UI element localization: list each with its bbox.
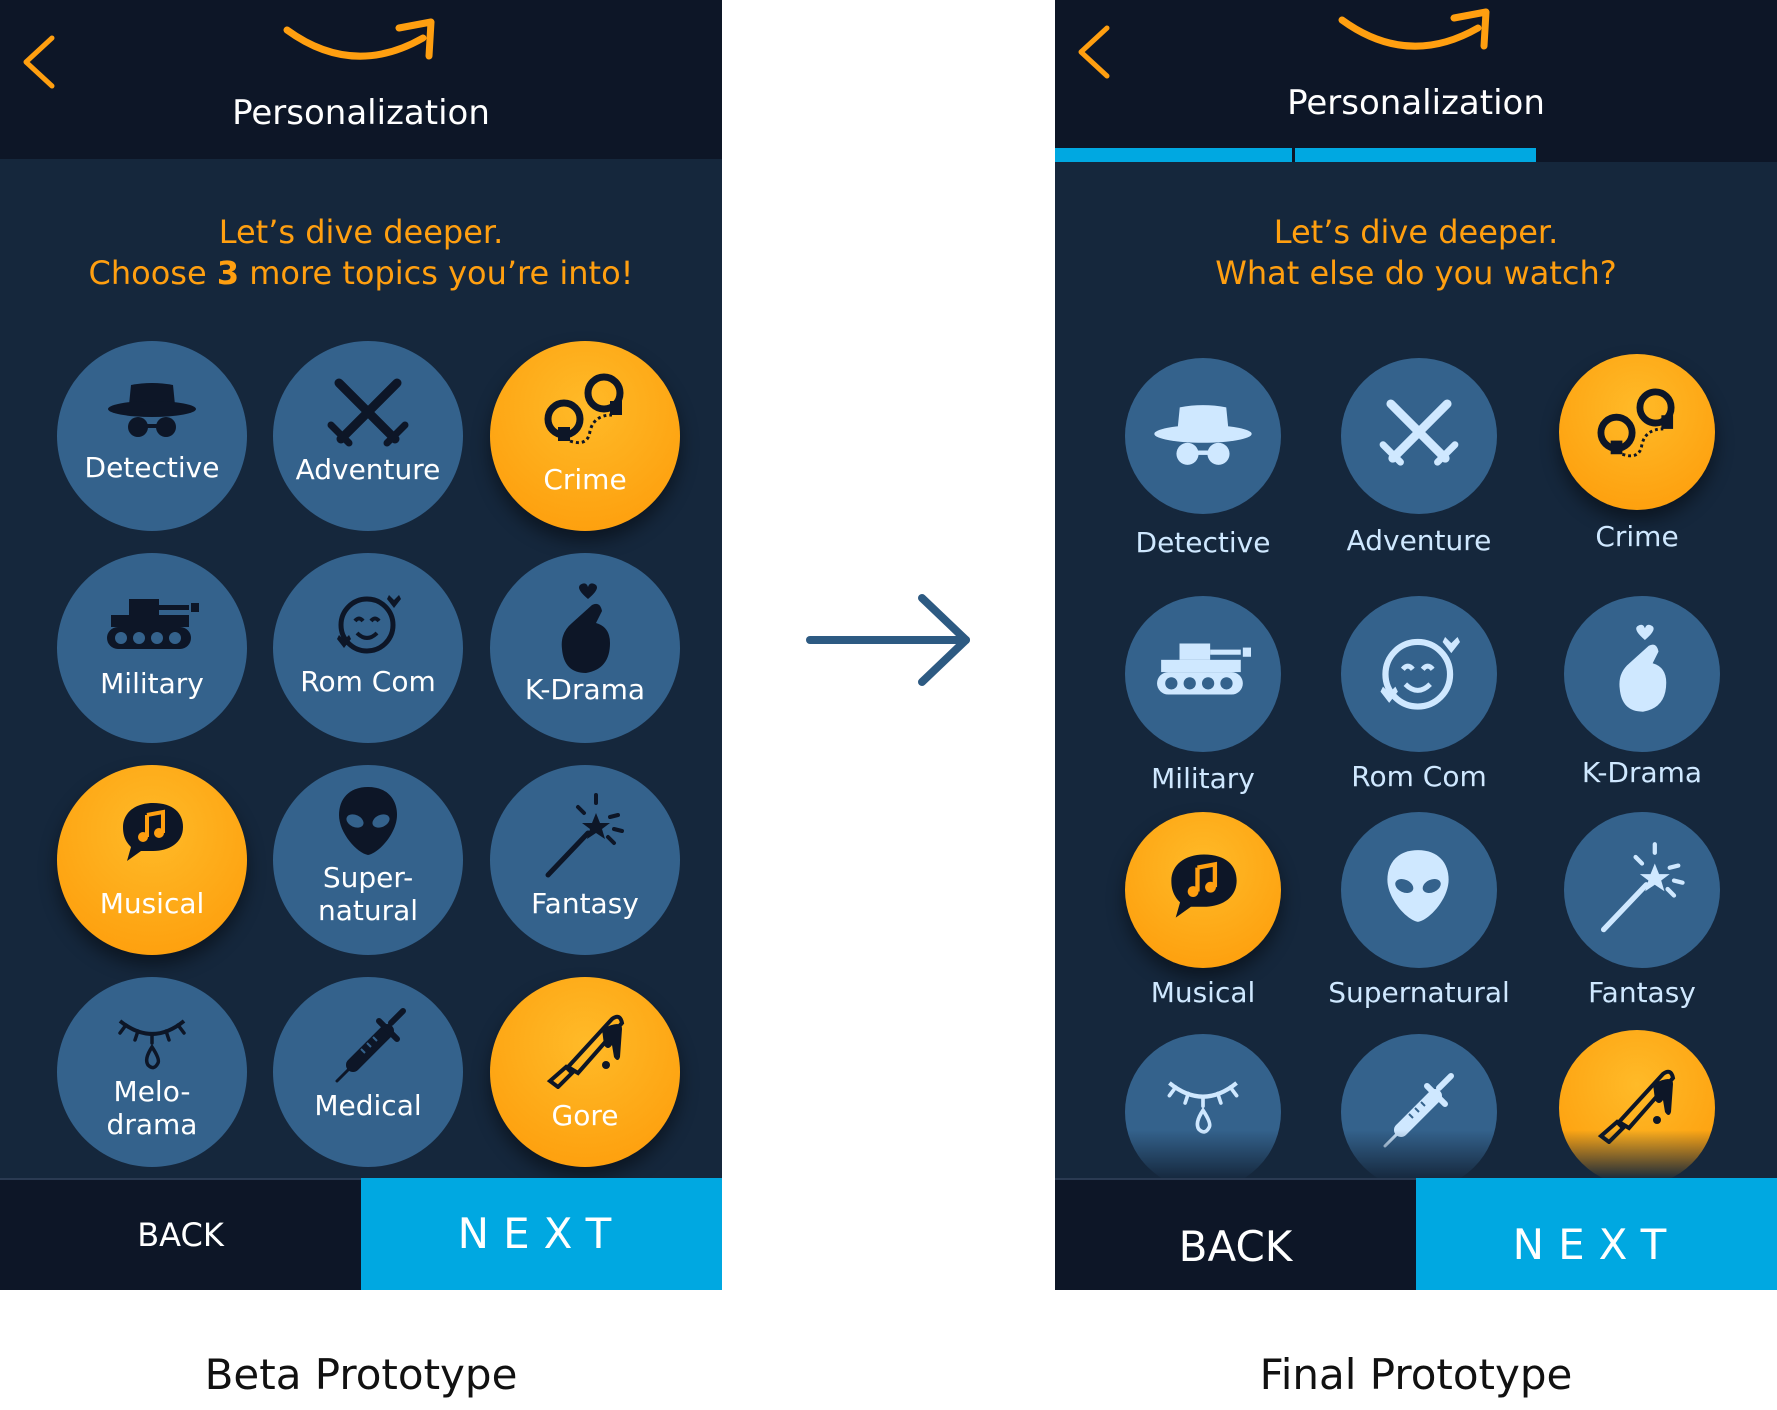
back-chevron-icon[interactable] xyxy=(1073,22,1113,82)
progress-step-3 xyxy=(1536,148,1777,162)
header-bar: Personalization xyxy=(0,0,722,159)
swords-icon xyxy=(327,378,409,447)
topic-label: Fantasy xyxy=(531,887,639,920)
love-face-icon xyxy=(337,595,401,654)
headline-line1: Let’s dive deeper. xyxy=(1273,213,1559,251)
crying-eye-icon xyxy=(1167,1081,1239,1134)
back-button[interactable]: BACK xyxy=(0,1178,361,1290)
topic-fantasy[interactable]: Fantasy xyxy=(1564,812,1720,1009)
bottom-buttons: BACK NEXT xyxy=(0,1178,722,1290)
beta-prototype-caption: Beta Prototype xyxy=(204,1350,518,1399)
headline-line2: Choose 3 more topics you’re into! xyxy=(0,253,722,294)
headline-pre: Choose xyxy=(88,254,217,292)
music-bubble-icon xyxy=(123,803,183,861)
beta-prototype-screen: Personalization Let’s dive deeper. Choos… xyxy=(0,0,722,1290)
topic-k-drama[interactable]: K-Drama xyxy=(490,553,680,743)
headline-count: 3 xyxy=(216,254,240,292)
topic-rom-com[interactable]: Rom Com xyxy=(1341,596,1497,793)
topic-label: Adventure xyxy=(1346,524,1492,557)
topic-crime[interactable]: Crime xyxy=(490,341,680,531)
detective-icon xyxy=(108,383,196,437)
topic-medical[interactable]: Medical xyxy=(273,977,463,1167)
topic-medical[interactable] xyxy=(1341,1034,1497,1190)
music-bubble-icon xyxy=(1171,854,1237,918)
topic-label: Rom Com xyxy=(1351,760,1487,793)
alien-icon xyxy=(1387,850,1449,922)
crying-eye-icon xyxy=(118,1019,186,1070)
topic-label: Supernatural xyxy=(1328,976,1510,1009)
bloody-knife-icon xyxy=(546,1014,625,1089)
page-title: Personalization xyxy=(1287,83,1545,123)
topic-adventure[interactable]: Adventure xyxy=(1341,358,1497,557)
topic-label: Gore xyxy=(551,1099,619,1132)
topic-label: Fantasy xyxy=(1588,976,1696,1009)
amazon-smile-logo xyxy=(283,18,435,60)
topic-musical[interactable]: Musical xyxy=(57,765,247,955)
syringe-icon xyxy=(1383,1073,1454,1148)
topic-label: Military xyxy=(1151,762,1255,795)
page-title: Personalization xyxy=(232,93,490,133)
topic-label: Musical xyxy=(1150,976,1256,1009)
next-button[interactable]: NEXT xyxy=(361,1178,722,1290)
handcuffs-icon xyxy=(1597,388,1675,458)
topic-supernatural[interactable]: Supernatural xyxy=(1328,812,1510,1009)
headline-line1: Let’s dive deeper. xyxy=(218,213,504,251)
topic-military[interactable]: Military xyxy=(1125,596,1281,795)
final-prototype-caption: Final Prototype xyxy=(1259,1350,1573,1399)
handcuffs-icon xyxy=(544,373,624,445)
syringe-icon xyxy=(335,1008,406,1083)
back-chevron-icon[interactable] xyxy=(18,32,58,92)
amazon-smile-logo xyxy=(1338,8,1490,50)
bottom-buttons: BACK NEXT xyxy=(1055,1178,1777,1290)
topic-supernatural[interactable]: Super- natural xyxy=(273,765,463,955)
right-arrow-icon xyxy=(806,594,970,686)
topic-detective[interactable]: Detective xyxy=(57,341,247,531)
magic-wand-icon xyxy=(545,793,624,878)
alien-icon xyxy=(339,787,397,855)
topic-military[interactable]: Military xyxy=(57,553,247,743)
topic-label: Crime xyxy=(543,463,627,496)
tank-icon xyxy=(1157,643,1251,695)
back-button[interactable]: BACK xyxy=(1055,1178,1416,1290)
topic-k-drama[interactable]: K-Drama xyxy=(1564,596,1720,789)
topic-label: K-Drama xyxy=(524,673,646,706)
bloody-knife-icon xyxy=(1597,1069,1676,1144)
progress-bar xyxy=(1055,148,1777,162)
headline: Let’s dive deeper. Choose 3 more topics … xyxy=(0,212,722,294)
topic-melodrama[interactable]: Melo- drama xyxy=(57,977,247,1167)
progress-step-1 xyxy=(1055,148,1292,162)
topic-gore[interactable]: Gore xyxy=(490,977,680,1167)
topic-melodrama[interactable] xyxy=(1125,1034,1281,1190)
tank-icon xyxy=(107,599,199,649)
header-bar: Personalization xyxy=(1055,0,1777,148)
headline-line2: What else do you watch? xyxy=(1215,254,1617,292)
topic-musical[interactable]: Musical xyxy=(1125,812,1281,1009)
topic-fantasy[interactable]: Fantasy xyxy=(490,765,680,955)
topic-detective[interactable]: Detective xyxy=(1125,358,1281,559)
topic-label: Crime xyxy=(1595,520,1679,553)
detective-icon xyxy=(1154,405,1252,465)
swords-icon xyxy=(1379,399,1459,466)
progress-step-2 xyxy=(1295,148,1536,162)
finger-heart-icon xyxy=(1619,624,1667,712)
topic-label: K-Drama xyxy=(1581,756,1703,789)
magic-wand-icon xyxy=(1600,842,1685,933)
final-prototype-screen: Personalization Let’s dive deeper. What … xyxy=(1055,0,1777,1290)
topic-adventure[interactable]: Adventure xyxy=(273,341,463,531)
topic-rom-com[interactable]: Rom Com xyxy=(273,553,463,743)
finger-heart-icon xyxy=(561,583,610,673)
topic-gore[interactable] xyxy=(1559,1030,1715,1186)
topic-label: Detective xyxy=(1135,526,1271,559)
next-button[interactable]: NEXT xyxy=(1416,1178,1777,1290)
love-face-icon xyxy=(1380,636,1460,710)
headline-post: more topics you’re into! xyxy=(239,254,634,292)
topic-crime[interactable]: Crime xyxy=(1559,354,1715,553)
headline: Let’s dive deeper. What else do you watc… xyxy=(1055,212,1777,294)
